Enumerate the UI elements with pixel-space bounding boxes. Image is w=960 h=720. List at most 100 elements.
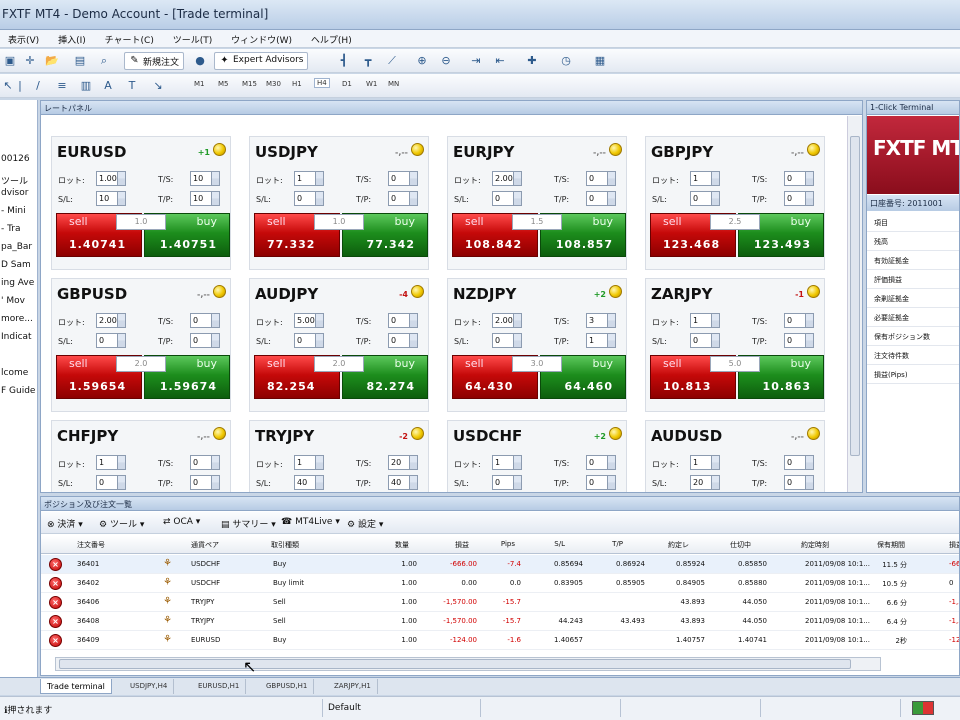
navigator-item[interactable]: ing Ave <box>1 278 34 288</box>
status-light-icon[interactable] <box>411 143 424 156</box>
close-order-icon[interactable]: × <box>49 615 62 628</box>
trailing-stop-input[interactable]: 0 <box>784 455 814 470</box>
timeframe-w1[interactable]: W1 <box>366 80 377 88</box>
take-profit-input[interactable]: 40 <box>388 475 418 490</box>
status-light-icon[interactable] <box>213 143 226 156</box>
status-light-icon[interactable] <box>609 285 622 298</box>
channel-icon[interactable]: ▥ <box>78 78 94 94</box>
close-order-icon[interactable]: × <box>49 577 62 590</box>
timeframe-m15[interactable]: M15 <box>242 80 257 88</box>
expert-advisors-button[interactable]: ✦ Expert Advisors <box>214 52 309 70</box>
stop-loss-input[interactable]: 0 <box>492 475 522 490</box>
table-row[interactable]: × ⚘ 36408 TRYJPY Sell 1.00 -1,570.00 -15.7 44.24… <box>41 612 959 631</box>
navigator-item[interactable]: ' Mov <box>1 296 25 306</box>
navigator-item[interactable]: ツール <box>1 174 28 187</box>
lot-input[interactable]: 2.00 <box>492 313 522 328</box>
chart-shift-icon[interactable]: ⇤ <box>492 53 508 69</box>
trailing-stop-input[interactable]: 0 <box>190 455 220 470</box>
column-header[interactable]: 損益 <box>455 540 469 550</box>
stop-loss-input[interactable]: 0 <box>492 191 522 206</box>
stop-loss-input[interactable]: 40 <box>294 475 324 490</box>
trailing-stop-input[interactable]: 0 <box>190 313 220 328</box>
take-profit-input[interactable]: 0 <box>388 333 418 348</box>
bar-chart-icon[interactable]: ┫ <box>336 53 352 69</box>
trailing-stop-input[interactable]: 10 <box>190 171 220 186</box>
templates-icon[interactable]: ▦ <box>592 53 608 69</box>
lot-input[interactable]: 1 <box>690 455 720 470</box>
take-profit-input[interactable]: 0 <box>784 333 814 348</box>
alert-icon[interactable]: ● <box>192 53 208 69</box>
trailing-stop-input[interactable]: 0 <box>388 171 418 186</box>
column-header[interactable]: 数量 <box>395 540 409 550</box>
close-order-icon[interactable]: × <box>49 596 62 609</box>
oca-button[interactable]: ⇄ OCA ▾ <box>163 517 200 527</box>
column-header[interactable]: 約定レ <box>668 540 689 550</box>
column-header[interactable]: 損益 <box>949 540 959 550</box>
new-order-button[interactable]: ✎ 新規注文 <box>124 52 185 70</box>
trailing-stop-input[interactable]: 0 <box>784 313 814 328</box>
close-position-button[interactable]: ⊗ 決済 ▾ <box>47 517 83 530</box>
take-profit-input[interactable]: 0 <box>784 475 814 490</box>
chart-tab[interactable]: GBPUSD,H1 <box>260 679 315 694</box>
navigator-item[interactable]: - Tra <box>1 224 21 234</box>
navigator-item[interactable]: D Sam <box>1 260 31 270</box>
tools-button[interactable]: ⚙ ツール ▾ <box>99 517 144 530</box>
column-header[interactable]: 通貨ペア <box>191 540 219 550</box>
navigator-icon[interactable]: ⌕ <box>96 53 112 69</box>
menu-window[interactable]: ウィンドウ(W) <box>223 30 300 46</box>
navigator-item[interactable]: pa_Bar <box>1 242 32 252</box>
column-header[interactable]: 注文番号 <box>77 540 105 550</box>
trailing-stop-input[interactable]: 20 <box>388 455 418 470</box>
chart-tab[interactable]: USDJPY,H4 <box>124 679 175 694</box>
chart-tab[interactable]: Trade terminal <box>40 679 112 694</box>
candle-chart-icon[interactable]: ┳ <box>360 53 376 69</box>
rate-panel-scrollbar[interactable] <box>847 116 862 492</box>
table-row[interactable]: × ⚘ 36402 USDCHF Buy limit 1.00 0.00 0.0 0.83905… <box>41 574 959 593</box>
lot-input[interactable]: 1 <box>492 455 522 470</box>
lot-input[interactable]: 1.00 <box>96 171 126 186</box>
text-icon[interactable]: A <box>100 78 116 94</box>
summary-button[interactable]: ▤ サマリー ▾ <box>221 517 276 530</box>
periods-icon[interactable]: ◷ <box>558 53 574 69</box>
status-light-icon[interactable] <box>807 143 820 156</box>
chart-tab[interactable]: ZARJPY,H1 <box>328 679 378 694</box>
lot-input[interactable]: 1 <box>294 171 324 186</box>
timeframe-mn[interactable]: MN <box>388 80 399 88</box>
menu-chart[interactable]: チャート(C) <box>97 30 162 46</box>
close-order-icon[interactable]: × <box>49 634 62 647</box>
label-icon[interactable]: T <box>124 78 140 94</box>
take-profit-input[interactable]: 0 <box>388 191 418 206</box>
timeframe-m1[interactable]: M1 <box>194 80 205 88</box>
take-profit-input[interactable]: 0 <box>190 475 220 490</box>
timeframe-m30[interactable]: M30 <box>266 80 281 88</box>
column-header[interactable]: T/P <box>612 540 623 548</box>
status-light-icon[interactable] <box>807 285 820 298</box>
timeframe-d1[interactable]: D1 <box>342 80 352 88</box>
scrollbar-thumb[interactable] <box>850 136 860 456</box>
stop-loss-input[interactable]: 10 <box>96 191 126 206</box>
column-header[interactable]: S/L <box>554 540 565 548</box>
settings-button[interactable]: ⚙ 設定 ▾ <box>347 517 383 530</box>
lot-input[interactable]: 2.00 <box>492 171 522 186</box>
column-header[interactable]: 取引種類 <box>271 540 299 550</box>
crosshair-icon[interactable]: ✛ <box>22 53 38 69</box>
zoom-out-icon[interactable]: ⊖ <box>438 53 454 69</box>
take-profit-input[interactable]: 0 <box>586 475 616 490</box>
status-light-icon[interactable] <box>213 427 226 440</box>
lot-input[interactable]: 1 <box>690 313 720 328</box>
stop-loss-input[interactable]: 0 <box>96 475 126 490</box>
status-light-icon[interactable] <box>807 427 820 440</box>
stop-loss-input[interactable]: 0 <box>294 191 324 206</box>
trailing-stop-input[interactable]: 0 <box>388 313 418 328</box>
take-profit-input[interactable]: 1 <box>586 333 616 348</box>
stop-loss-input[interactable]: 20 <box>690 475 720 490</box>
navigator-item[interactable]: more... <box>1 314 33 324</box>
stop-loss-input[interactable]: 0 <box>294 333 324 348</box>
column-header[interactable]: 約定時刻 <box>801 540 829 550</box>
status-light-icon[interactable] <box>213 285 226 298</box>
close-order-icon[interactable]: × <box>49 558 62 571</box>
menu-help[interactable]: ヘルプ(H) <box>303 30 360 46</box>
trailing-stop-input[interactable]: 0 <box>784 171 814 186</box>
auto-scroll-icon[interactable]: ⇥ <box>468 53 484 69</box>
lot-input[interactable]: 2.00 <box>96 313 126 328</box>
